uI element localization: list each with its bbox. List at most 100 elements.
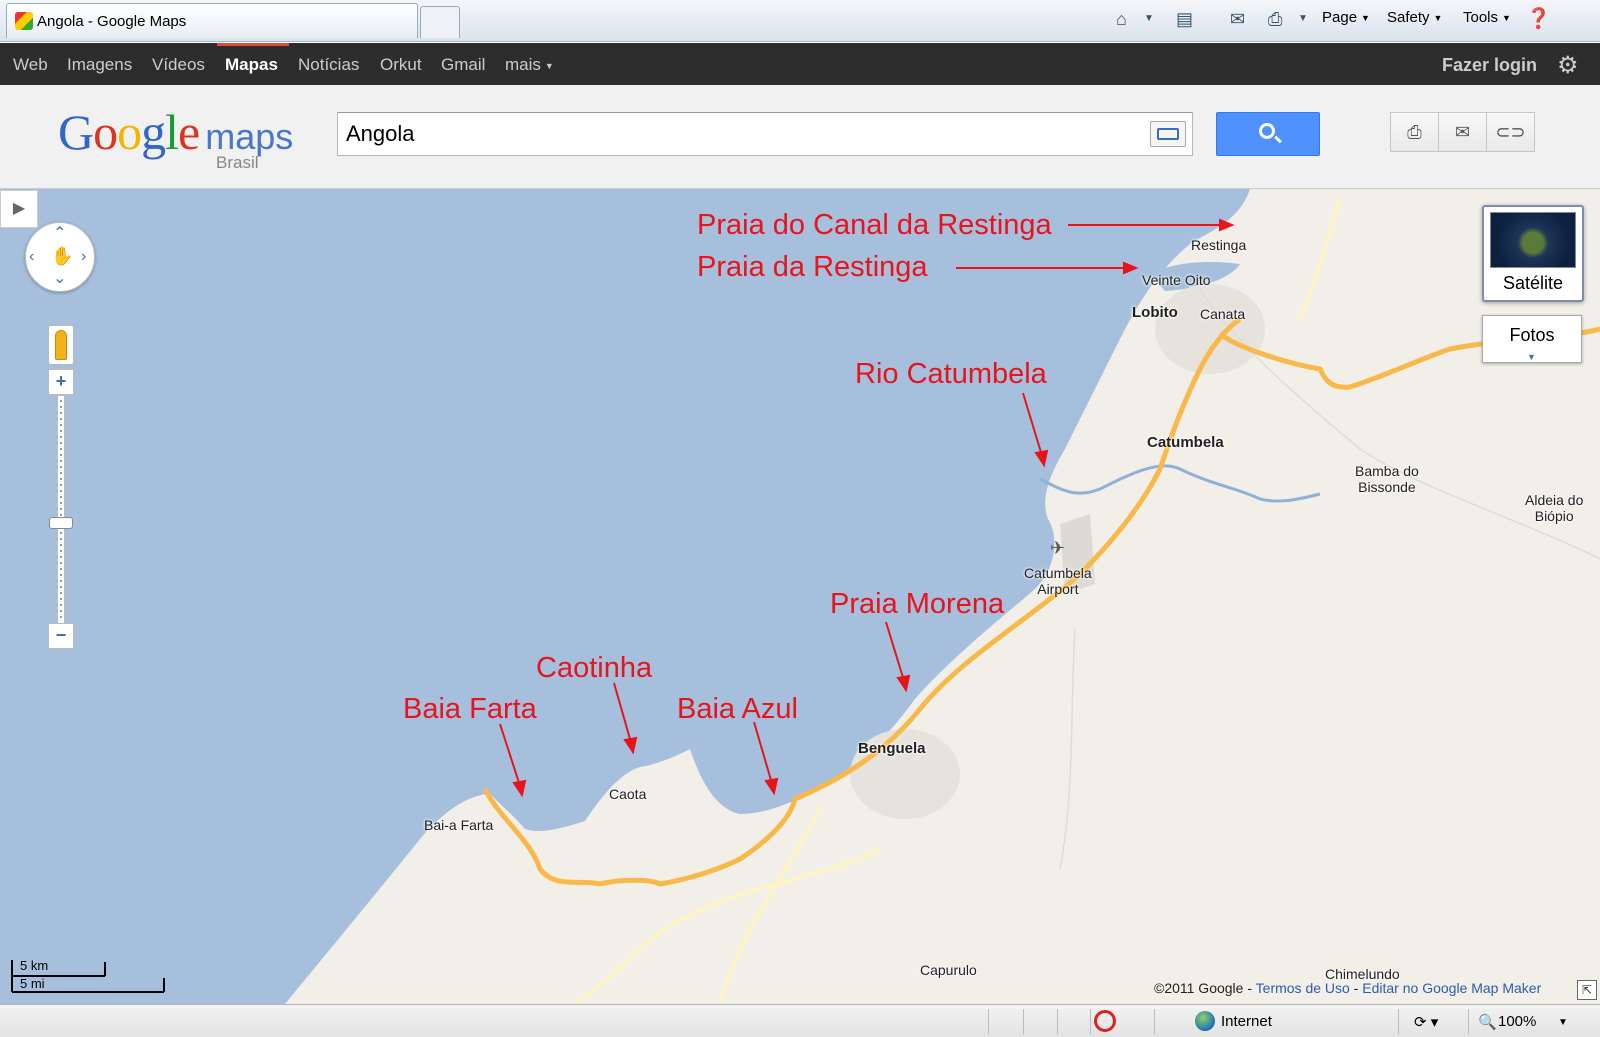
print-icon[interactable]: ⎙ xyxy=(1268,7,1282,31)
map-tiles: ✈ xyxy=(285,189,1600,1004)
scale-mi: 5 mi xyxy=(20,976,45,991)
map-scale: 5 km 5 mi xyxy=(8,958,166,994)
pan-up-icon[interactable]: ⌃ xyxy=(53,226,66,242)
tools-menu[interactable]: Tools ▼ xyxy=(1463,8,1511,28)
security-zone: Internet xyxy=(1221,1013,1272,1030)
logo-maps-text: maps xyxy=(205,116,294,157)
place-label: Catumbela Airport xyxy=(1024,565,1092,597)
photos-button[interactable]: Fotos ▼ xyxy=(1482,315,1582,363)
search-box xyxy=(337,112,1193,156)
expand-map-icon[interactable]: ⇱ xyxy=(1577,980,1597,1000)
annotation-label: Baia Azul xyxy=(677,693,798,725)
annotation-label: Praia da Restinga xyxy=(697,251,928,283)
browser-window: Angola - Google Maps ⌂ ▼ ▤ ✉ ⎙ ▼ Page ▼ S… xyxy=(0,0,1600,1037)
hand-icon: ✋ xyxy=(51,246,74,266)
google-nav-bar: Web Imagens Vídeos Mapas Notícias Orkut … xyxy=(0,43,1600,85)
lobito-urban xyxy=(1155,284,1265,374)
browser-toolbar: Angola - Google Maps ⌂ ▼ ▤ ✉ ⎙ ▼ Page ▼ S… xyxy=(0,0,1600,42)
browser-tab[interactable]: Angola - Google Maps xyxy=(6,3,418,38)
zoom-icon[interactable]: 🔍 xyxy=(1478,1013,1497,1031)
place-label: Capurulo xyxy=(920,962,977,978)
zoom-slider-handle[interactable] xyxy=(49,516,73,529)
zoom-slider-track[interactable] xyxy=(57,395,65,627)
chevron-down-icon: ▼ xyxy=(1527,352,1536,362)
triangle-right-icon: ▶ xyxy=(12,200,26,217)
annotation-label: Baia Farta xyxy=(403,693,537,725)
globe-icon xyxy=(1195,1011,1215,1031)
link-icon: ⊂⊃ xyxy=(1495,122,1526,142)
pan-control[interactable]: ⌃ ‹ › ⌄ ✋ xyxy=(25,222,95,292)
nav-web[interactable]: Web xyxy=(13,55,48,75)
home-dropdown-icon[interactable]: ▼ xyxy=(1144,7,1154,31)
google-maps-logo[interactable]: Google maps Brasil xyxy=(58,103,294,172)
nav-mais[interactable]: mais ▼ xyxy=(505,55,554,75)
keyboard-icon[interactable] xyxy=(1150,121,1186,147)
search-icon xyxy=(1259,123,1275,139)
maps-header: Googlemaps Brasil ⎙ ✉ ⊂⊃ xyxy=(0,85,1600,189)
status-divider xyxy=(1154,1009,1155,1034)
nav-imagens[interactable]: Imagens xyxy=(67,55,132,75)
pan-right-icon[interactable]: › xyxy=(81,249,86,265)
protected-mode-icon[interactable]: ⟳ ▾ xyxy=(1414,1013,1438,1031)
place-label: Bai-a Farta xyxy=(424,817,494,833)
copyright-text: ©2011 Google - xyxy=(1154,980,1256,996)
login-link[interactable]: Fazer login xyxy=(1442,55,1537,76)
nav-mapas[interactable]: Mapas xyxy=(225,55,278,75)
status-divider xyxy=(1090,1009,1091,1034)
status-divider xyxy=(1023,1009,1024,1034)
print-button[interactable]: ⎙ xyxy=(1390,112,1439,152)
annotation-label: Praia do Canal da Restinga xyxy=(697,209,1052,241)
place-label: Caota xyxy=(609,786,647,802)
feeds-icon[interactable]: ▤ xyxy=(1176,7,1193,31)
annotation-label: Caotinha xyxy=(536,652,653,684)
logo-region: Brasil xyxy=(216,153,259,172)
arrow-baia-azul xyxy=(753,721,774,788)
terms-link[interactable]: Termos de Uso xyxy=(1256,980,1350,996)
search-button[interactable] xyxy=(1216,112,1320,156)
maps-favicon-icon xyxy=(15,12,33,30)
nav-orkut[interactable]: Orkut xyxy=(380,55,422,75)
zoom-dropdown-icon[interactable]: ▼ xyxy=(1558,1017,1568,1028)
link-button[interactable]: ⊂⊃ xyxy=(1486,112,1535,152)
map-copyright: ©2011 Google - Termos de Uso - Editar no… xyxy=(1154,980,1541,996)
pegman-icon[interactable] xyxy=(48,325,74,365)
zoom-in-button[interactable]: + xyxy=(48,369,74,395)
page-menu[interactable]: Page ▼ xyxy=(1322,8,1370,28)
new-tab-button[interactable] xyxy=(420,6,460,38)
home-icon[interactable]: ⌂ xyxy=(1116,7,1127,31)
pan-down-icon[interactable]: ⌄ xyxy=(53,271,66,287)
arrow-baia-farta xyxy=(499,723,522,790)
logo-google-text: Google xyxy=(58,104,200,160)
map-maker-link[interactable]: Editar no Google Map Maker xyxy=(1362,980,1541,996)
place-label: Veinte Oito xyxy=(1142,272,1211,288)
map-canvas[interactable]: ✈ xyxy=(0,189,1600,1004)
search-input[interactable] xyxy=(346,119,1126,149)
status-divider xyxy=(1468,1009,1469,1034)
popup-blocker-icon[interactable] xyxy=(1094,1010,1116,1032)
arrow-caotinha xyxy=(613,682,633,747)
place-label: Benguela xyxy=(858,740,926,757)
zoom-level[interactable]: 100% xyxy=(1498,1013,1536,1030)
read-mail-icon[interactable]: ✉ xyxy=(1230,7,1245,31)
pan-left-icon[interactable]: ‹ xyxy=(29,249,34,265)
satellite-label: Satélite xyxy=(1502,273,1564,293)
copyright-sep: - xyxy=(1349,980,1363,996)
status-bar: Internet ⟳ ▾ 🔍 100% ▼ xyxy=(0,1004,1600,1037)
email-button[interactable]: ✉ xyxy=(1438,112,1487,152)
print-dropdown-icon[interactable]: ▼ xyxy=(1298,7,1308,31)
zoom-out-button[interactable]: − xyxy=(48,623,74,649)
place-label: Lobito xyxy=(1132,304,1178,321)
nav-gmail[interactable]: Gmail xyxy=(441,55,485,75)
status-divider xyxy=(988,1009,989,1034)
active-tab-indicator xyxy=(217,43,289,46)
arrow-rio-catumbela xyxy=(1022,392,1044,460)
photos-label: Fotos xyxy=(1509,325,1555,345)
nav-videos[interactable]: Vídeos xyxy=(152,55,205,75)
help-icon[interactable]: ❓ xyxy=(1526,7,1551,31)
nav-noticias[interactable]: Notícias xyxy=(298,55,359,75)
gear-icon[interactable]: ⚙ xyxy=(1557,51,1579,80)
status-divider xyxy=(1398,1009,1399,1034)
safety-menu[interactable]: Safety ▼ xyxy=(1387,8,1442,28)
satellite-button[interactable]: Satélite xyxy=(1482,205,1584,302)
side-panel-toggle[interactable]: ▶ xyxy=(0,190,38,228)
